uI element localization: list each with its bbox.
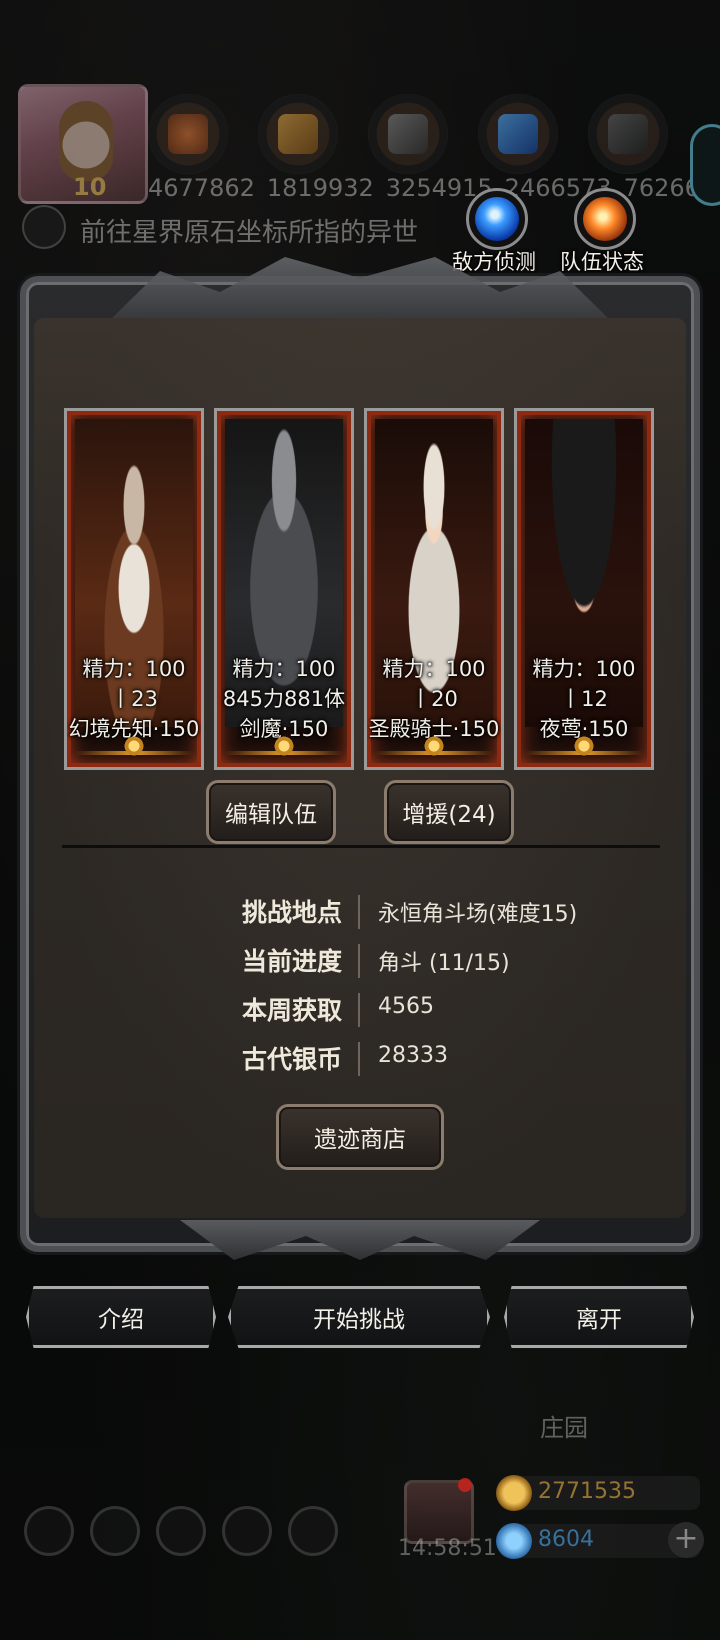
info-label: 当前进度 — [241, 947, 342, 976]
hero-energy: 精力：100 — [232, 657, 336, 681]
player-avatar[interactable]: 10 — [18, 84, 148, 204]
gift-timer: 14:58:51 — [398, 1536, 497, 1561]
gold-coin-icon — [496, 1475, 532, 1511]
settings-icon[interactable] — [24, 1506, 74, 1556]
hero-energy: 精力：100 — [82, 657, 186, 681]
info-separator — [358, 1042, 360, 1076]
resource-icon-iron[interactable] — [368, 94, 448, 174]
gem-value: 8604 — [538, 1527, 594, 1552]
hero-energy: 精力：100 — [382, 657, 486, 681]
resource-icon-wood[interactable] — [258, 94, 338, 174]
player-level: 10 — [73, 173, 107, 201]
side-panel-handle[interactable] — [690, 124, 720, 206]
blue-orb-icon — [475, 197, 519, 241]
info-row-silver-coins: 古代银币 28333 — [0, 1040, 720, 1080]
intro-button[interactable]: 介绍 — [26, 1286, 216, 1348]
info-separator — [358, 895, 360, 929]
handshake-icon[interactable] — [288, 1506, 338, 1556]
plus-icon[interactable]: + — [668, 1522, 704, 1558]
info-value: 永恒角斗场(难度15) — [378, 902, 578, 927]
gallery-icon[interactable] — [156, 1506, 206, 1556]
achievement-icon[interactable] — [90, 1506, 140, 1556]
frame-bottom-ornament — [180, 1220, 540, 1260]
avatar-portrait — [59, 101, 113, 181]
notification-dot — [458, 1478, 472, 1492]
gem-icon — [496, 1523, 532, 1559]
reinforce-button[interactable]: 增援(24) — [384, 780, 514, 844]
hero-card-swordmaster[interactable]: 精力：100 845力881体 剑魔·150 — [214, 408, 354, 770]
info-value: 角斗 (11/15) — [378, 951, 510, 976]
resource-icon-crystal[interactable] — [478, 94, 558, 174]
info-row-weekly-gain: 本周获取 4565 — [0, 991, 720, 1031]
hero-energy: 精力：100 — [532, 657, 636, 681]
resource-value-food: 4677862 — [148, 174, 255, 202]
hero-stat: 845力881体 — [222, 687, 346, 711]
hero-emblem-icon — [573, 735, 595, 757]
hero-stat: 丨12 — [560, 687, 608, 711]
leave-button[interactable]: 离开 — [504, 1286, 694, 1348]
gold-value: 2771535 — [538, 1479, 636, 1504]
info-value: 28333 — [378, 1043, 448, 1068]
quest-text[interactable]: 前往星界原石坐标所指的异世 — [80, 212, 418, 249]
team-status-button[interactable] — [574, 188, 636, 250]
relic-shop-button[interactable]: 遗迹商店 — [276, 1104, 444, 1170]
hero-emblem-icon — [423, 735, 445, 757]
mail-icon[interactable] — [222, 1506, 272, 1556]
info-label: 古代银币 — [241, 1045, 342, 1074]
hero-card-templar[interactable]: 精力：100 丨20 圣殿骑士·150 — [364, 408, 504, 770]
hero-card-nightingale[interactable]: 精力：100 丨12 夜莺·150 — [514, 408, 654, 770]
panel-divider — [62, 845, 660, 848]
hero-emblem-icon — [123, 735, 145, 757]
quest-scroll-icon[interactable] — [22, 205, 66, 249]
hero-emblem-icon — [273, 735, 295, 757]
resource-value-wood: 1819932 — [266, 174, 374, 202]
enemy-scout-label: 敌方侦测 — [452, 250, 536, 274]
team-status-label: 队伍状态 — [560, 250, 644, 274]
hero-stat: 丨23 — [110, 687, 158, 711]
info-separator — [358, 993, 360, 1027]
info-separator — [358, 944, 360, 978]
estate-label[interactable]: 庄园 — [540, 1408, 588, 1443]
enemy-scout-button[interactable] — [466, 188, 528, 250]
info-label: 挑战地点 — [241, 898, 342, 927]
edit-team-button[interactable]: 编辑队伍 — [206, 780, 336, 844]
start-challenge-button[interactable]: 开始挑战 — [228, 1286, 490, 1348]
info-row-location: 挑战地点 永恒角斗场(难度15) — [0, 893, 720, 933]
hero-card-prophet[interactable]: 精力：100 丨23 幻境先知·150 — [64, 408, 204, 770]
resource-icon-food[interactable] — [148, 94, 228, 174]
flame-orb-icon — [583, 197, 627, 241]
hero-stat: 丨20 — [410, 687, 458, 711]
info-row-progress: 当前进度 角斗 (11/15) — [0, 942, 720, 982]
info-value: 4565 — [378, 994, 434, 1019]
info-label: 本周获取 — [241, 996, 342, 1025]
resource-icon-stone[interactable] — [588, 94, 668, 174]
